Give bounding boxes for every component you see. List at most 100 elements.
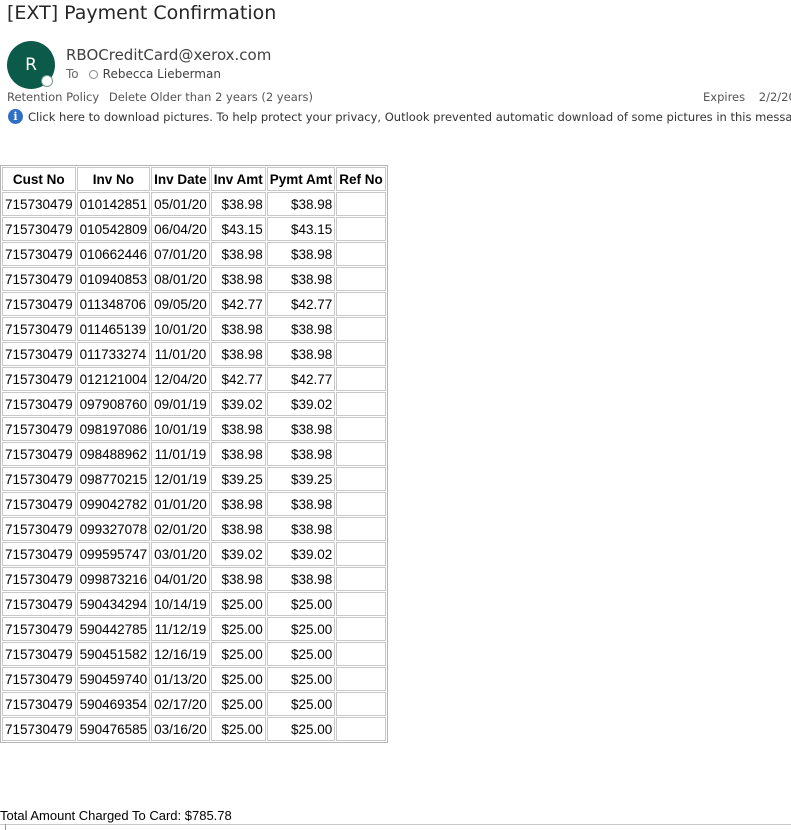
pymt-amt-cell: $38.98	[266, 442, 336, 466]
inv-amt-cell: $25.00	[210, 592, 266, 616]
cust-no-cell: 715730479	[2, 217, 76, 241]
pymt-amt-cell: $25.00	[266, 592, 336, 616]
inv-date-cell: 08/01/20	[151, 267, 210, 291]
inv-no-cell: 098770215	[76, 467, 151, 491]
ref-no-cell	[336, 217, 386, 241]
cust-no-cell: 715730479	[2, 692, 76, 716]
inv-no-cell: 590442785	[76, 617, 151, 641]
cust-no-cell: 715730479	[2, 667, 76, 691]
pymt-amt-cell: $25.00	[266, 667, 336, 691]
inv-date-cell: 09/01/19	[151, 392, 210, 416]
inv-no-cell: 098197086	[76, 417, 151, 441]
ref-no-cell	[336, 192, 386, 216]
ref-no-cell	[336, 342, 386, 366]
inv-date-cell: 12/01/19	[151, 467, 210, 491]
sender-address[interactable]: RBOCreditCard@xerox.com	[66, 46, 271, 64]
pymt-amt-cell: $39.25	[266, 467, 336, 491]
total-charged: Total Amount Charged To Card: $785.78	[0, 808, 232, 823]
inv-no-cell: 099042782	[76, 492, 151, 516]
inv-amt-cell: $38.98	[210, 492, 266, 516]
inv-date-cell: 11/01/20	[151, 342, 210, 366]
inv-no-cell: 590476585	[76, 717, 151, 741]
ref-no-cell	[336, 667, 386, 691]
inv-amt-cell: $25.00	[210, 717, 266, 741]
ref-no-cell	[336, 467, 386, 491]
recipient-name[interactable]: Rebecca Lieberman	[103, 67, 221, 81]
table-row: 715730479 098770215 12/01/19 $39.25 $39.25	[2, 467, 386, 491]
inv-amt-cell: $39.02	[210, 542, 266, 566]
inv-date-cell: 02/17/20	[151, 692, 210, 716]
cust-no-cell: 715730479	[2, 267, 76, 291]
pymt-amt-cell: $38.98	[266, 492, 336, 516]
ref-no-cell	[336, 692, 386, 716]
inv-amt-cell: $38.98	[210, 317, 266, 341]
cust-no-cell: 715730479	[2, 392, 76, 416]
pymt-amt-cell: $42.77	[266, 292, 336, 316]
cust-no-cell: 715730479	[2, 192, 76, 216]
expiry-info: Expires 2/2/2023	[703, 90, 791, 104]
inv-date-cell: 04/01/20	[151, 567, 210, 591]
inv-amt-cell: $25.00	[210, 667, 266, 691]
ref-no-cell	[336, 367, 386, 391]
inv-amt-cell: $39.25	[210, 467, 266, 491]
cust-no-cell: 715730479	[2, 642, 76, 666]
inv-no-cell: 010940853	[76, 267, 151, 291]
cust-no-cell: 715730479	[2, 592, 76, 616]
table-row: 715730479 011348706 09/05/20 $42.77 $42.77	[2, 292, 386, 316]
ref-no-cell	[336, 542, 386, 566]
inv-date-cell: 06/04/20	[151, 217, 210, 241]
inv-date-cell: 10/14/19	[151, 592, 210, 616]
inv-no-cell: 011733274	[76, 342, 151, 366]
table-row: 715730479 010662446 07/01/20 $38.98 $38.98	[2, 242, 386, 266]
cust-no-cell: 715730479	[2, 317, 76, 341]
table-row: 715730479 099042782 01/01/20 $38.98 $38.98	[2, 492, 386, 516]
inv-no-cell: 590434294	[76, 592, 151, 616]
inv-date-cell: 07/01/20	[151, 242, 210, 266]
inv-date-cell: 03/01/20	[151, 542, 210, 566]
inv-amt-cell: $38.98	[210, 192, 266, 216]
to-label: To	[66, 67, 79, 81]
inv-date-cell: 11/12/19	[151, 617, 210, 641]
inv-amt-cell: $42.77	[210, 292, 266, 316]
pymt-amt-cell: $43.15	[266, 217, 336, 241]
ref-no-cell	[336, 592, 386, 616]
table-row: 715730479 011733274 11/01/20 $38.98 $38.98	[2, 342, 386, 366]
table-row: 715730479 590476585 03/16/20 $25.00 $25.00	[2, 717, 386, 741]
recipient-line: To Rebecca Lieberman	[66, 67, 221, 81]
ref-no-cell	[336, 292, 386, 316]
inv-no-cell: 097908760	[76, 392, 151, 416]
inv-amt-cell: $25.00	[210, 692, 266, 716]
inv-no-cell: 099327078	[76, 517, 151, 541]
ref-no-cell	[336, 642, 386, 666]
pymt-amt-cell: $25.00	[266, 692, 336, 716]
inv-date-cell: 02/01/20	[151, 517, 210, 541]
download-pictures-infobar[interactable]: i Click here to download pictures. To he…	[8, 109, 791, 124]
payment-table: Cust No Inv No Inv Date Inv Amt Pymt Amt…	[0, 165, 388, 743]
retention-value: Delete Older than 2 years (2 years)	[108, 90, 313, 104]
inv-amt-cell: $38.98	[210, 417, 266, 441]
inv-amt-cell: $38.98	[210, 567, 266, 591]
table-row: 715730479 099595747 03/01/20 $39.02 $39.02	[2, 542, 386, 566]
table-row: 715730479 010940853 08/01/20 $38.98 $38.98	[2, 267, 386, 291]
ref-no-cell	[336, 317, 386, 341]
inv-no-cell: 099873216	[76, 567, 151, 591]
divider	[0, 824, 791, 825]
infobar-text[interactable]: Click here to download pictures. To help…	[28, 110, 791, 124]
table-row: 715730479 098197086 10/01/19 $38.98 $38.98	[2, 417, 386, 441]
table-row: 715730479 099873216 04/01/20 $38.98 $38.98	[2, 567, 386, 591]
inv-no-cell: 010142851	[76, 192, 151, 216]
inv-amt-cell: $25.00	[210, 617, 266, 641]
inv-amt-cell: $38.98	[210, 242, 266, 266]
cust-no-cell: 715730479	[2, 442, 76, 466]
table-row: 715730479 590442785 11/12/19 $25.00 $25.00	[2, 617, 386, 641]
inv-amt-cell: $43.15	[210, 217, 266, 241]
header-pymt-amt: Pymt Amt	[266, 167, 336, 191]
ref-no-cell	[336, 392, 386, 416]
header-inv-amt: Inv Amt	[210, 167, 266, 191]
cust-no-cell: 715730479	[2, 617, 76, 641]
cust-no-cell: 715730479	[2, 467, 76, 491]
inv-date-cell: 10/01/19	[151, 417, 210, 441]
cust-no-cell: 715730479	[2, 367, 76, 391]
inv-amt-cell: $38.98	[210, 442, 266, 466]
cust-no-cell: 715730479	[2, 292, 76, 316]
